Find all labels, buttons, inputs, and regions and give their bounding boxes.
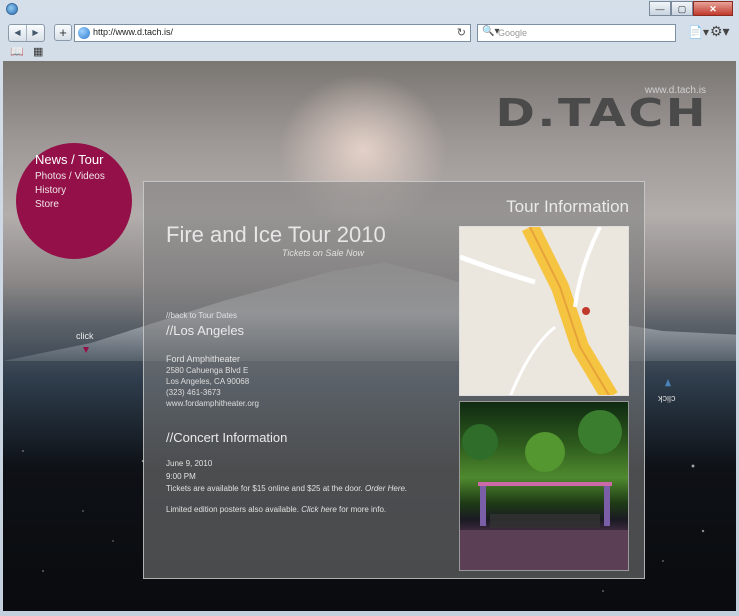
forward-icon[interactable]: ▶: [26, 25, 44, 41]
concert-date: June 9, 2010: [166, 459, 213, 468]
globe-icon: [78, 27, 90, 39]
venue-photo[interactable]: [459, 401, 629, 571]
nav-circle: News / Tour Photos / Videos History Stor…: [16, 143, 132, 259]
click-left-label[interactable]: click: [76, 331, 94, 341]
concert-time: 9:00 PM: [166, 472, 196, 481]
bookmarks-bar: 📖 ▦: [0, 44, 739, 61]
search-field[interactable]: 🔍▾ Google: [477, 24, 676, 42]
phone-number: (323) 461-3673: [166, 388, 221, 397]
page-viewport: www.d.tach.is D.TACH News / Tour Photos …: [3, 61, 736, 611]
amphitheater-image: [460, 410, 628, 570]
venue-name: Ford Amphitheater: [166, 354, 241, 364]
minimize-button[interactable]: —: [649, 1, 671, 16]
city-heading: //Los Angeles: [166, 323, 245, 338]
gear-icon[interactable]: ⚙▾: [710, 23, 730, 40]
back-forward-group: ◀ ▶: [8, 24, 45, 42]
up-arrow-icon[interactable]: [665, 379, 671, 387]
venue-website-link[interactable]: www.fordamphitheater.org: [166, 399, 259, 408]
tour-info-panel: Tour Information Fire and Ice Tour 2010 …: [143, 181, 645, 579]
concert-info-heading: //Concert Information: [166, 430, 288, 445]
add-bookmark-icon[interactable]: +: [54, 24, 72, 41]
search-icon[interactable]: 🔍▾: [482, 26, 499, 37]
address-line: 2580 Cahuenga Blvd E: [166, 366, 249, 375]
back-icon[interactable]: ◀: [9, 25, 26, 41]
window-controls: — ▢ ✕: [649, 1, 733, 16]
search-placeholder: Google: [498, 28, 528, 38]
posters-info: Limited edition posters also available. …: [166, 505, 386, 514]
event-title: Fire and Ice Tour 2010: [166, 222, 386, 247]
safari-app-icon: [6, 3, 18, 15]
page-menu-icon[interactable]: 📄▾: [688, 25, 709, 39]
title-bar: — ▢ ✕: [0, 0, 739, 20]
maximize-button[interactable]: ▢: [671, 1, 693, 16]
back-to-tour-dates-link[interactable]: //back to Tour Dates: [166, 311, 237, 320]
reading-list-icon[interactable]: 📖: [10, 45, 24, 58]
browser-toolbar: ◀ ▶ + http://www.d.tach.is/ ↻ 🔍▾ Google …: [0, 20, 739, 46]
click-right-label[interactable]: click: [658, 394, 676, 404]
posters-text: Limited edition posters also available.: [166, 505, 299, 514]
address-line: Los Angeles, CA 90068: [166, 377, 250, 386]
nav-item-photos-videos[interactable]: Photos / Videos: [35, 171, 105, 183]
nav-item-store[interactable]: Store: [35, 199, 59, 211]
nav-item-news-tour[interactable]: News / Tour: [35, 153, 103, 166]
tickets-info: Tickets are available for $15 online and…: [166, 484, 407, 493]
address-url[interactable]: http://www.d.tach.is/: [93, 27, 173, 37]
click-here-link[interactable]: Click here: [301, 505, 337, 514]
top-sites-grid-icon[interactable]: ▦: [33, 45, 43, 58]
browser-window: — ▢ ✕ ◀ ▶ + http://www.d.tach.is/ ↻ 🔍▾ G…: [0, 0, 739, 616]
posters-after-text: for more info.: [339, 505, 387, 514]
tickets-text: Tickets are available for $15 online and…: [166, 484, 363, 493]
site-logo[interactable]: D.TACH: [495, 91, 708, 135]
panel-heading: Tour Information: [506, 197, 629, 216]
map-roads: [460, 227, 618, 395]
tickets-note: Tickets on Sale Now: [282, 248, 364, 258]
close-button[interactable]: ✕: [693, 1, 733, 16]
venue-map[interactable]: [459, 226, 629, 396]
address-bar[interactable]: http://www.d.tach.is/ ↻: [74, 24, 471, 42]
order-here-link[interactable]: Order Here.: [365, 484, 407, 493]
nav-item-history[interactable]: History: [35, 185, 66, 197]
reload-icon[interactable]: ↻: [457, 26, 466, 39]
